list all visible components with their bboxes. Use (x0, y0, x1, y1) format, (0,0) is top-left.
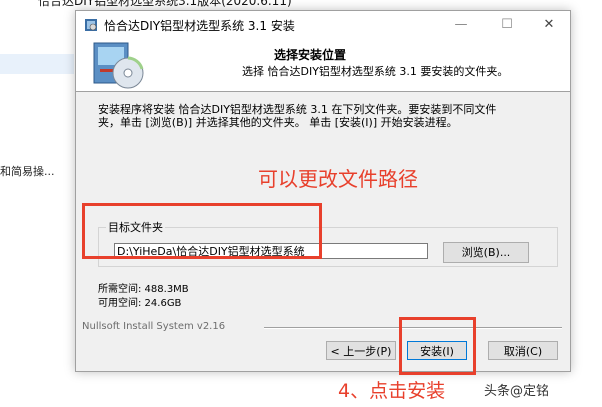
nsis-branding: Nullsoft Install System v2.16 (82, 321, 226, 332)
install-description: 安装程序将安装 恰合达DIY铝型材选型系统 3.1 在下列文件夹。要安装到不同文… (98, 103, 497, 129)
annotation-highlight-install (399, 317, 476, 375)
annotation-highlight-path (82, 203, 322, 259)
header-subtitle: 选择 恰合达DIY铝型材选型系统 3.1 要安装的文件夹。 (242, 65, 509, 78)
cancel-button[interactable]: 取消(C) (488, 341, 558, 360)
dialog-header: 选择安装位置 选择 恰合达DIY铝型材选型系统 3.1 要安装的文件夹。 (76, 39, 570, 92)
background-window-title: 恰合达DIY铝型材选型系统3.1版本(2020.6.11) (0, 0, 602, 8)
space-required: 所需空间: 488.3MB (98, 284, 189, 295)
space-available: 可用空间: 24.6GB (98, 298, 182, 309)
installer-app-icon (85, 19, 97, 31)
watermark: 头条@定铭 (484, 384, 550, 399)
annotation-path-note: 可以更改文件路径 (258, 167, 418, 191)
browse-button[interactable]: 浏览(B)... (443, 242, 529, 263)
back-button[interactable]: < 上一步(P) (326, 341, 396, 360)
maximize-icon[interactable]: ☐ (492, 15, 522, 35)
header-title: 选择安装位置 (274, 48, 347, 62)
installer-cd-icon (93, 42, 144, 89)
dialog-titlebar[interactable]: 恰合达DIY铝型材选型系统 3.1 安装 — ☐ ✕ (76, 11, 570, 39)
close-icon[interactable]: ✕ (534, 15, 564, 35)
dialog-title: 恰合达DIY铝型材选型系统 3.1 安装 (104, 19, 295, 33)
background-sidebar-item[interactable]: 和简易操... (0, 163, 55, 179)
annotation-step-note: 4、点击安装 (338, 380, 446, 402)
background-window-title-text: 恰合达DIY铝型材选型系统3.1版本(2020.6.11) (38, 0, 292, 8)
installer-dialog: 恰合达DIY铝型材选型系统 3.1 安装 — ☐ ✕ 选择安装位置 选择 恰合达… (75, 10, 571, 375)
minimize-icon[interactable]: — (446, 15, 476, 35)
background-selected-row[interactable] (0, 54, 74, 74)
